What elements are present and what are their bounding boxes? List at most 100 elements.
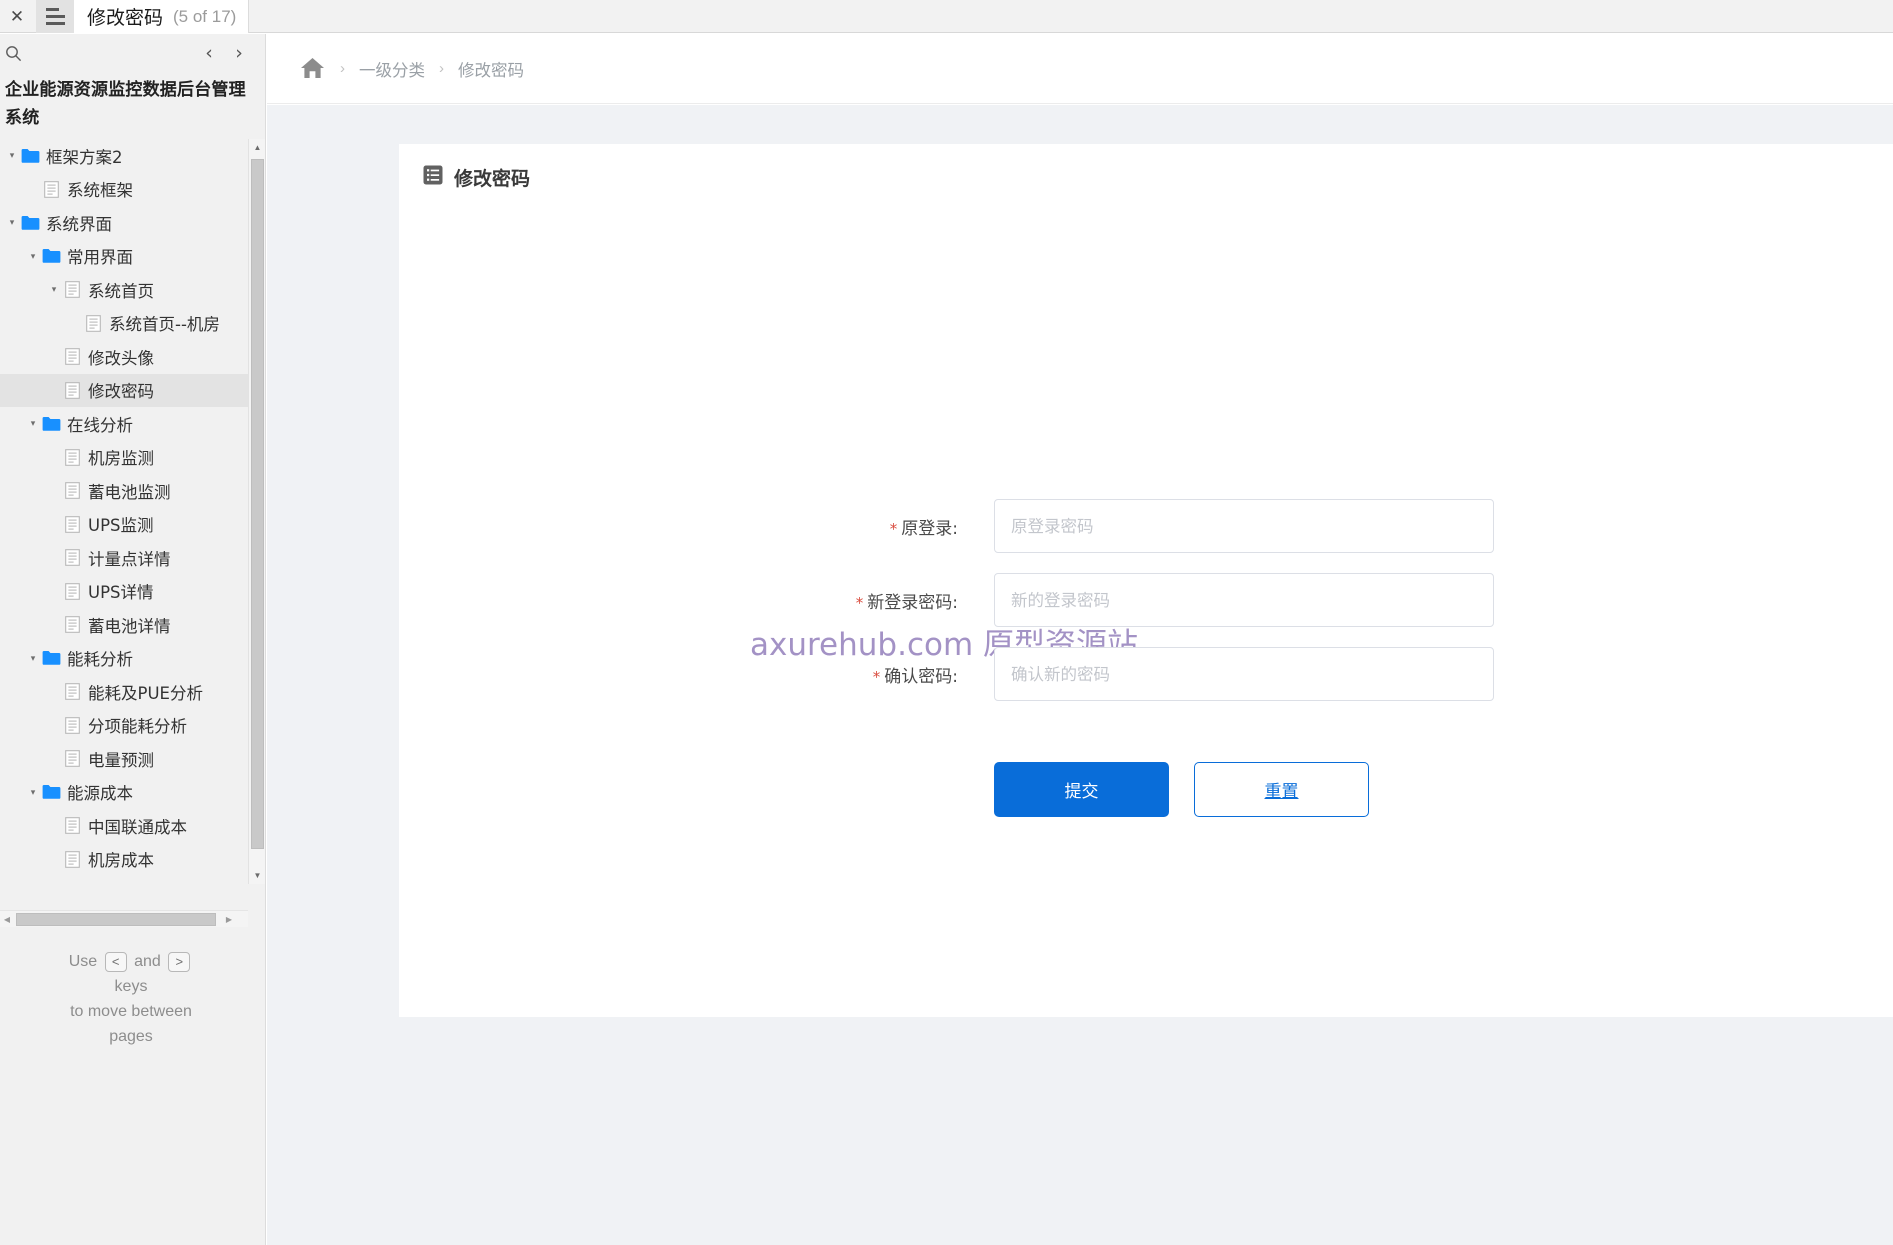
- menu-icon[interactable]: [36, 0, 74, 33]
- tree-item-14[interactable]: ▾ 蓄电池详情: [0, 608, 248, 642]
- tree-item-10[interactable]: ▾ 蓄电池监测: [0, 474, 248, 508]
- tree-item-21[interactable]: ▾ 机房成本: [0, 843, 248, 877]
- page-icon: [62, 749, 82, 769]
- keyboard-hint: Use < and > keys to move between pages: [0, 949, 262, 1049]
- submit-button[interactable]: 提交: [994, 762, 1169, 817]
- password-input-2[interactable]: [994, 647, 1494, 701]
- breadcrumb-item-1[interactable]: 修改密码: [458, 57, 524, 81]
- breadcrumb-separator: ›: [439, 60, 444, 77]
- tree-item-12[interactable]: ▾ 计量点详情: [0, 541, 248, 575]
- form-row-0: * 原登录:: [399, 499, 1893, 553]
- key-prev: <: [104, 951, 127, 972]
- password-input-0[interactable]: [994, 499, 1494, 553]
- tree-item-label: 蓄电池详情: [88, 616, 171, 636]
- required-asterisk: *: [855, 593, 864, 612]
- scroll-down-arrow[interactable]: ▼: [249, 867, 265, 884]
- hint-and-label: and: [134, 953, 161, 970]
- tree-item-19[interactable]: ▾ 能源成本: [0, 776, 248, 810]
- list-icon: [423, 165, 443, 190]
- tree-expand-arrow[interactable]: ▾: [4, 206, 20, 239]
- tree-horizontal-scroll-thumb[interactable]: [16, 913, 216, 926]
- tree-expand-arrow[interactable]: ▾: [25, 776, 41, 809]
- tree-vertical-scrollbar[interactable]: ▲ ▼: [248, 139, 265, 884]
- folder-icon: [41, 782, 61, 802]
- reset-button[interactable]: 重置: [1194, 762, 1369, 817]
- tree-arrow-placeholder: ▾: [46, 675, 62, 708]
- tree-item-20[interactable]: ▾ 中国联通成本: [0, 809, 248, 843]
- tree-arrow-placeholder: ▾: [46, 340, 62, 373]
- top-bar: ✕ 修改密码 (5 of 17): [0, 0, 1893, 33]
- tree-item-7[interactable]: ▾ 修改密码: [0, 373, 248, 407]
- form-label-text: 确认密码:: [884, 666, 958, 687]
- tree-item-16[interactable]: ▾ 能耗及PUE分析: [0, 675, 248, 709]
- tree-item-8[interactable]: ▾ 在线分析: [0, 407, 248, 441]
- tree-horizontal-scrollbar[interactable]: ◀ ▶: [0, 910, 248, 927]
- tree-item-label: 机房成本: [88, 851, 154, 871]
- form-label-text: 原登录:: [901, 518, 958, 539]
- scroll-right-arrow[interactable]: ▶: [222, 911, 236, 928]
- hint-line-2: keys: [114, 978, 148, 995]
- card-header: 修改密码: [423, 164, 530, 191]
- tree-expand-arrow[interactable]: ▾: [46, 273, 62, 306]
- tree-expand-arrow[interactable]: ▾: [25, 240, 41, 273]
- tree-expand-arrow[interactable]: ▾: [4, 139, 20, 172]
- tree-item-6[interactable]: ▾ 修改头像: [0, 340, 248, 374]
- folder-icon: [41, 414, 61, 434]
- tree-expand-arrow[interactable]: ▾: [25, 407, 41, 440]
- close-icon[interactable]: ✕: [3, 0, 31, 33]
- page-icon: [62, 447, 82, 467]
- tree-item-label: 计量点详情: [88, 549, 171, 569]
- tree-item-label: 系统界面: [46, 214, 112, 234]
- tree-arrow-placeholder: ▾: [46, 709, 62, 742]
- tree-item-9[interactable]: ▾ 机房监测: [0, 441, 248, 475]
- tree-arrow-placeholder: ▾: [46, 374, 62, 407]
- tree-item-label: 框架方案2: [46, 147, 123, 167]
- form-actions: 提交 重置: [994, 762, 1369, 817]
- tree-arrow-placeholder: ▾: [67, 307, 83, 340]
- search-icon[interactable]: [0, 42, 26, 64]
- tree-item-17[interactable]: ▾ 分项能耗分析: [0, 709, 248, 743]
- page-icon: [83, 313, 103, 333]
- tree-item-4[interactable]: ▾ 系统首页: [0, 273, 248, 307]
- tree-item-13[interactable]: ▾ UPS详情: [0, 575, 248, 609]
- next-page-button[interactable]: ›: [226, 39, 252, 67]
- tree-item-5[interactable]: ▾ 系统首页--机房: [0, 307, 248, 341]
- tree-item-2[interactable]: ▾ 系统界面: [0, 206, 248, 240]
- page-icon: [62, 548, 82, 568]
- tree-item-3[interactable]: ▾ 常用界面: [0, 240, 248, 274]
- page-tab[interactable]: 修改密码 (5 of 17): [36, 0, 250, 33]
- tree-arrow-placeholder: ▾: [46, 809, 62, 842]
- tree-vertical-scroll-thumb[interactable]: [251, 159, 264, 849]
- page-icon: [62, 581, 82, 601]
- tree-item-label: 中国联通成本: [88, 817, 187, 837]
- sidebar: ‹ › 企业能源资源监控数据后台管理系统 ▾ 框架方案2▾ 系统框架▾ 系统界面…: [0, 34, 266, 1245]
- password-input-1[interactable]: [994, 573, 1494, 627]
- tree-item-11[interactable]: ▾ UPS监测: [0, 508, 248, 542]
- tree-item-15[interactable]: ▾ 能耗分析: [0, 642, 248, 676]
- tree-arrow-placeholder: ▾: [46, 742, 62, 775]
- page-icon: [62, 849, 82, 869]
- form-row-2: * 确认密码:: [399, 647, 1893, 701]
- form-label-0: * 原登录:: [399, 514, 968, 539]
- tree-item-label: 能源成本: [67, 784, 133, 804]
- prev-page-button[interactable]: ‹: [196, 39, 222, 67]
- scroll-left-arrow[interactable]: ◀: [0, 911, 14, 928]
- tree-expand-arrow[interactable]: ▾: [25, 642, 41, 675]
- scrollbar-corner: [248, 910, 265, 927]
- home-icon[interactable]: [300, 56, 326, 82]
- page-icon: [62, 280, 82, 300]
- breadcrumb-separator: ›: [340, 60, 345, 77]
- scroll-up-arrow[interactable]: ▲: [249, 139, 265, 156]
- menu-line: [45, 22, 65, 25]
- breadcrumb: › 一级分类 › 修改密码: [267, 34, 1893, 104]
- tree-item-label: 系统首页: [88, 281, 154, 301]
- tree-item-1[interactable]: ▾ 系统框架: [0, 173, 248, 207]
- card-title: 修改密码: [454, 168, 531, 190]
- tree-item-18[interactable]: ▾ 电量预测: [0, 742, 248, 776]
- tree-arrow-placeholder: ▾: [46, 575, 62, 608]
- tree-item-0[interactable]: ▾ 框架方案2: [0, 139, 248, 173]
- tree-item-label: 能耗及PUE分析: [88, 683, 203, 703]
- tree-arrow-placeholder: ▾: [46, 608, 62, 641]
- page-icon: [62, 615, 82, 635]
- breadcrumb-item-0[interactable]: 一级分类: [359, 57, 425, 81]
